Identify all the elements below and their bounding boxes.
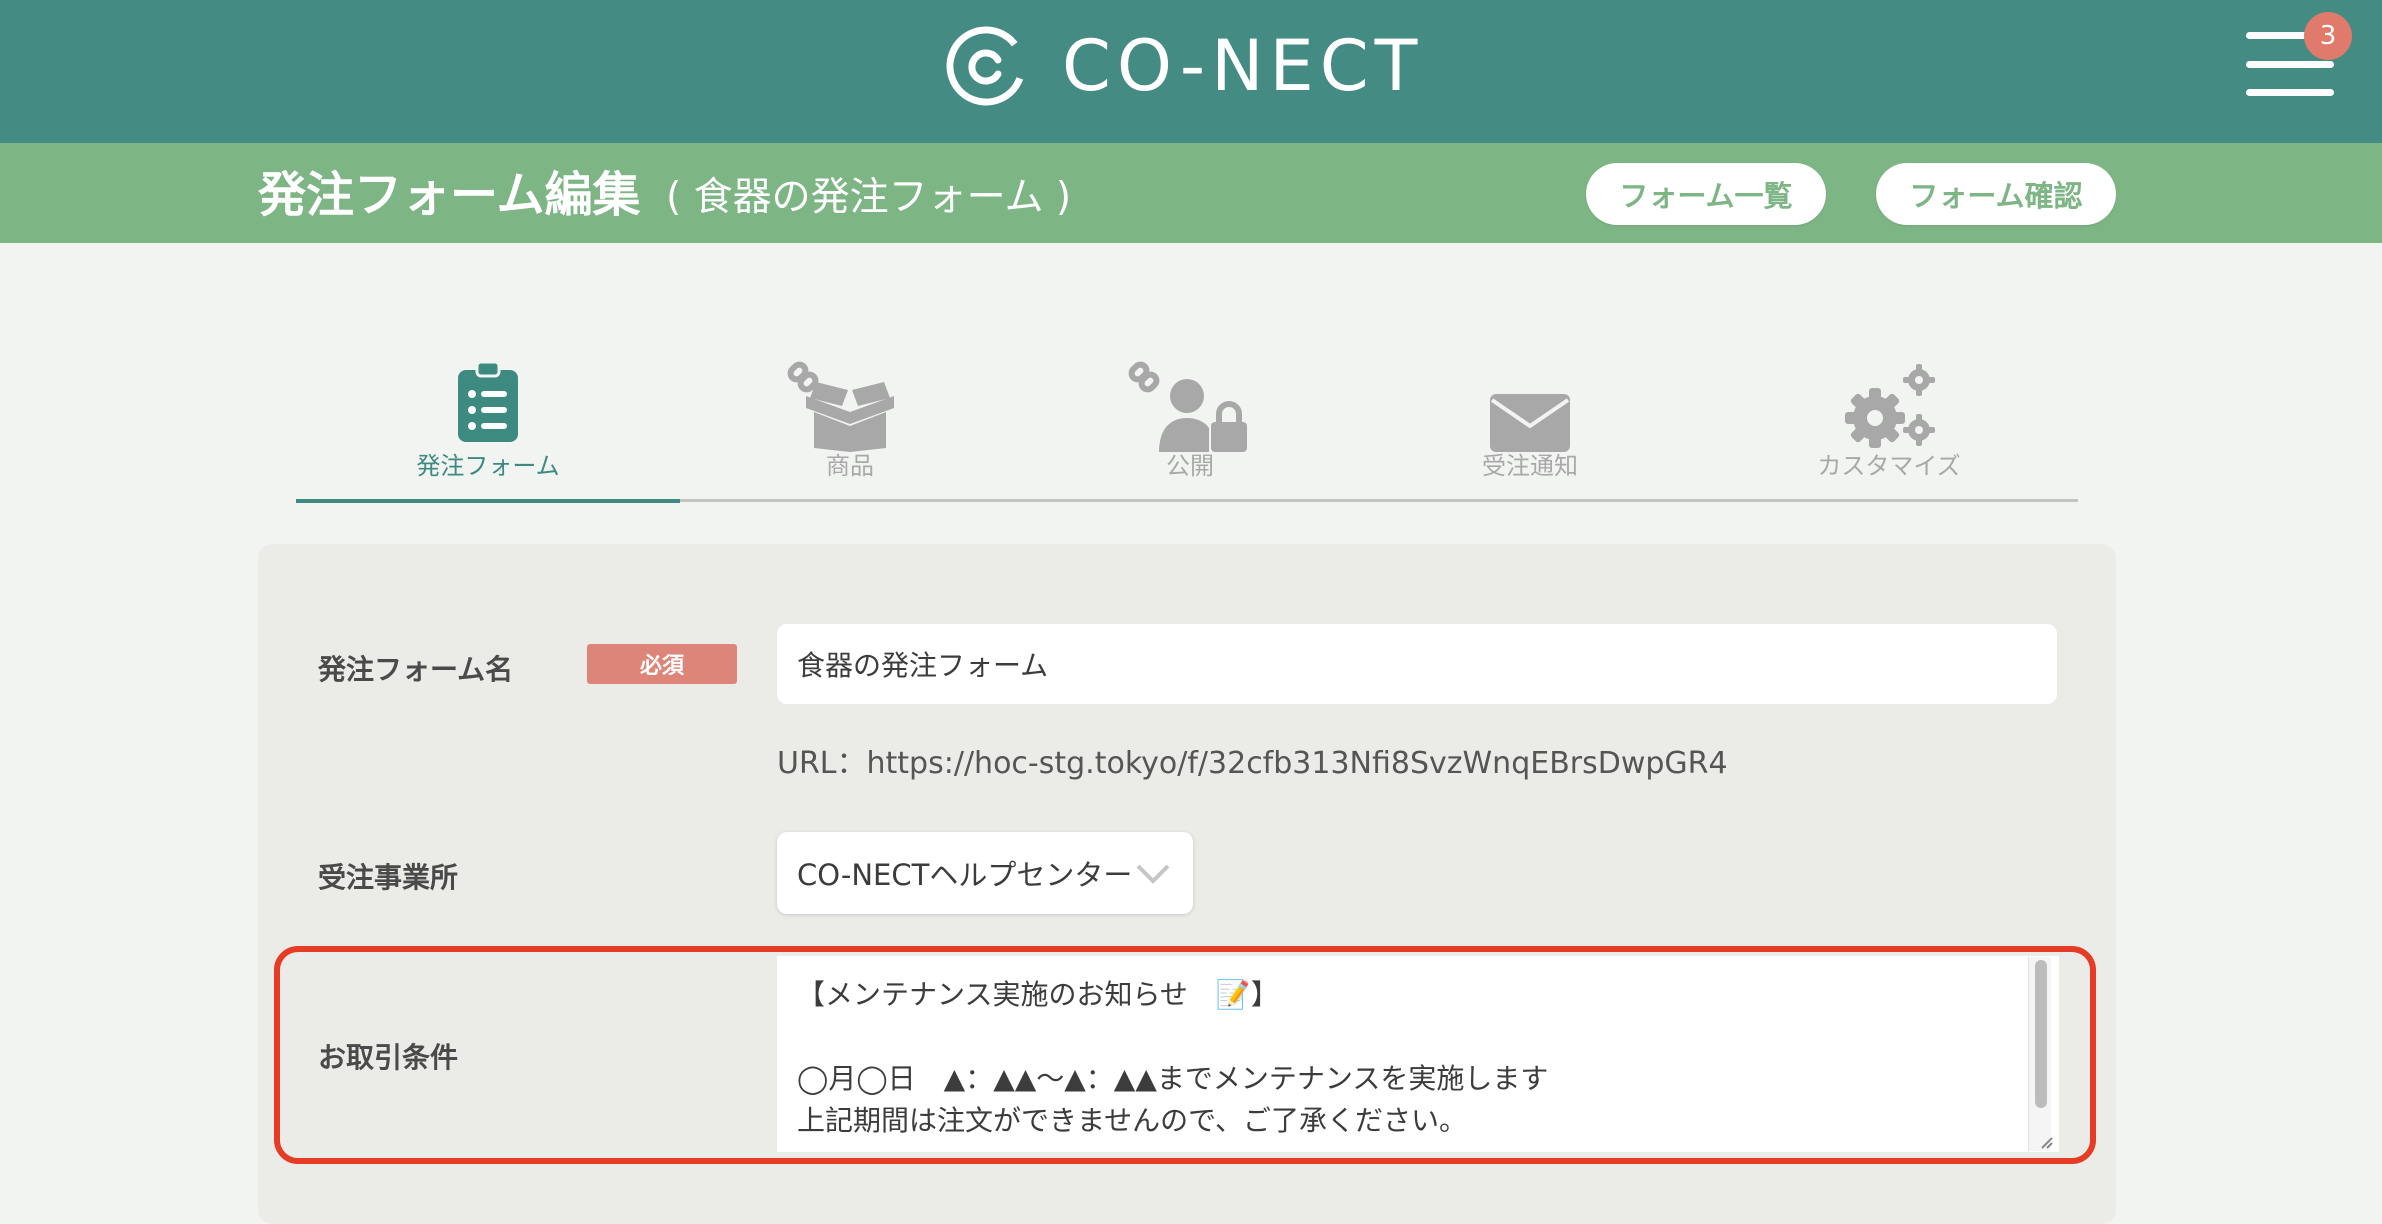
tab-label: 商品: [826, 452, 874, 480]
box-link-icon: [787, 361, 894, 452]
tab-publish[interactable]: 公開: [1020, 340, 1360, 504]
office-label: 受注事業所: [318, 861, 459, 894]
required-badge: 必須: [587, 644, 737, 684]
tab-label: 公開: [1166, 452, 1214, 480]
form-list-button[interactable]: フォーム一覧: [1586, 163, 1826, 225]
form-url-text: URL：https://hoc-stg.tokyo/f/32cfb313Nfi8…: [777, 746, 1728, 781]
clipboard-list-icon: [458, 360, 518, 442]
tab-label: 発注フォーム: [416, 452, 560, 480]
tab-customize[interactable]: カスタマイズ: [1700, 340, 2078, 504]
logo-text: CO-NECT: [1062, 25, 1424, 107]
tab-label: 受注通知: [1482, 452, 1578, 480]
active-tab-indicator: [296, 499, 680, 503]
tab-order-notification[interactable]: 受注通知: [1360, 340, 1700, 504]
form-name-input[interactable]: 食器の発注フォーム: [777, 624, 2057, 704]
user-lock-link-icon: [1128, 361, 1247, 452]
page-title: 発注フォーム編集: [258, 167, 641, 223]
page-subtitle: ( 食器の発注フォーム ): [666, 175, 1072, 220]
form-confirm-button[interactable]: フォーム確認: [1876, 163, 2116, 225]
tab-order-form[interactable]: 発注フォーム: [296, 340, 680, 504]
highlight-box: [274, 946, 2096, 1164]
form-name-label: 発注フォーム名: [318, 653, 514, 686]
tab-label: カスタマイズ: [1817, 452, 1961, 480]
logo-mark-icon: [946, 26, 1026, 106]
chevron-down-icon: [1136, 864, 1170, 884]
office-select-value: CO-NECTヘルプセンター: [797, 858, 1133, 892]
office-select[interactable]: CO-NECTヘルプセンター: [777, 832, 1193, 914]
envelope-icon: [1490, 394, 1570, 452]
logo[interactable]: CO-NECT: [944, 20, 1423, 112]
tab-products[interactable]: 商品: [680, 340, 1020, 504]
gears-icon: [1845, 364, 1935, 448]
notification-badge: 3: [2304, 12, 2352, 60]
tab-bar: 発注フォーム 商品 公開 受注通知 カスタマイズ: [296, 340, 2078, 504]
